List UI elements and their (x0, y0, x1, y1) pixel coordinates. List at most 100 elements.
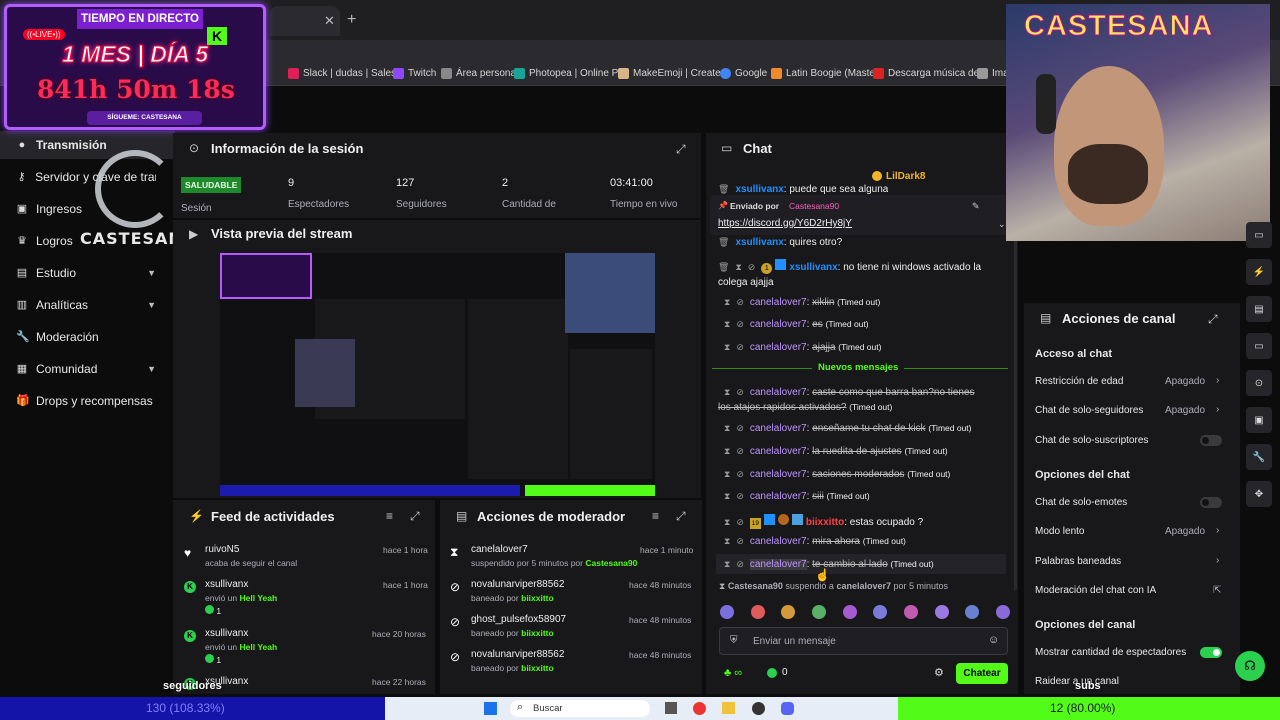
chevron-right-icon[interactable]: › (1216, 555, 1219, 566)
unpin-icon[interactable]: ✎ (972, 201, 980, 212)
chat-message: ⧗ ⊘ canelalover7: siii (Timed out) (724, 491, 870, 502)
show-viewers-toggle[interactable] (1200, 647, 1222, 658)
dock-wrench-button[interactable]: 🔧 (1246, 444, 1272, 470)
expand-icon[interactable]: ⤢ (676, 142, 686, 157)
task-view-icon[interactable] (665, 702, 677, 714)
expand-icon[interactable]: ⤢ (676, 509, 686, 524)
bookmark-latin-boogie[interactable]: Latin Boogie (Maste... (771, 68, 883, 79)
expand-icon[interactable]: ⤢ (1208, 312, 1218, 327)
bookmark-photopea[interactable]: Photopea | Online P... (514, 68, 625, 79)
overlay-duration: 1 MES | DÍA 5 (61, 41, 209, 68)
stat-uptime-label: Tiempo en vivo (610, 199, 678, 210)
studio-icon: ▤ (16, 267, 28, 279)
ban-icon: ⊘ (450, 650, 461, 664)
kick-icon: K (184, 630, 196, 642)
dock-box-button[interactable]: ▣ (1246, 407, 1272, 433)
stream-preview-title: Vista previa del stream (211, 226, 353, 241)
chevron-right-icon[interactable]: › (1216, 375, 1219, 386)
pinned-message[interactable]: 📌 Enviado por Castesana90 ✎ https://disc… (710, 195, 1010, 235)
bookmark-slack[interactable]: Slack | dudas | Sales... (288, 68, 404, 79)
ban-icon: ⊘ (450, 580, 461, 594)
chat-message: ⧗ ⊘ canelalover7: mira ahora (Timed out) (724, 536, 906, 547)
emotes-only-label: Chat de solo-emotes (1035, 497, 1128, 508)
chat-message: ⧗ ⊘ canelalover7: es (Timed out) (724, 319, 869, 330)
trash-icon[interactable]: 🗑 (718, 184, 729, 194)
followers-only-value[interactable]: Apagado (1165, 405, 1205, 416)
send-chat-button[interactable]: Chatear (956, 663, 1008, 684)
banned-words-label[interactable]: Palabras baneadas (1035, 556, 1121, 567)
bookmark-area-personal[interactable]: Área personal (441, 68, 518, 79)
bookmark-makeemoji[interactable]: MakeEmoji | Create... (618, 68, 729, 79)
chrome-icon[interactable] (693, 702, 706, 715)
preview-webcam-thumb (565, 253, 655, 333)
slow-mode-value[interactable]: Apagado (1165, 526, 1205, 537)
health-badge: SALUDABLE (181, 177, 242, 193)
followers-only-label[interactable]: Chat de solo-seguidores (1035, 405, 1143, 416)
list-icon: ▤ (456, 509, 468, 523)
health-label: Sesión (181, 203, 212, 214)
taskbar-search[interactable]: ⌕ Buscar (510, 700, 650, 717)
kick-icon: K (184, 581, 196, 593)
stream-preview-video[interactable] (220, 253, 655, 496)
chevron-right-icon[interactable]: › (1216, 525, 1219, 536)
dock-button-1[interactable]: ▭ (1246, 222, 1272, 248)
sidebar-item-analiticas[interactable]: ▥ Analíticas ▼ (16, 298, 156, 312)
headphones-icon (1036, 74, 1056, 134)
trash-icon[interactable]: 🗑 (718, 262, 729, 272)
pinned-user: LilDark8 (886, 171, 926, 182)
new-messages-label[interactable]: Nuevos mensajes (812, 362, 905, 373)
chat-mode-icon[interactable]: ♣ ∞ (724, 667, 742, 679)
revenue-icon: ▣ (16, 203, 28, 215)
bookmark-google[interactable]: Google (720, 68, 767, 79)
overlay-title: TIEMPO EN DIRECTO (77, 9, 203, 29)
live-badge: ((•LIVE•)) (23, 29, 65, 40)
filter-icon[interactable]: ≡ (652, 509, 659, 523)
new-tab-icon[interactable]: + (347, 11, 356, 29)
ai-moderation-label[interactable]: Moderación del chat con IA (1035, 585, 1156, 596)
sidebar-item-estudio[interactable]: ▤ Estudio ▼ (16, 266, 156, 280)
age-restriction-value[interactable]: Apagado (1165, 376, 1205, 387)
slow-mode-label[interactable]: Modo lento (1035, 526, 1084, 537)
kick-logo-icon: K (207, 27, 227, 45)
bookmark-descarga-musica[interactable]: Descarga música de... (873, 68, 988, 79)
preview-subs-bar (525, 485, 655, 496)
external-link-icon[interactable]: ⇱ (1213, 585, 1221, 596)
dock-chat-button[interactable]: ▭ (1246, 333, 1272, 359)
chevron-down-icon[interactable]: ⌄ (998, 219, 1006, 230)
chat-scrollbar[interactable] (1014, 240, 1017, 590)
sidebar-item-moderacion[interactable]: 🔧 Moderación (16, 330, 156, 344)
folder-icon[interactable] (722, 702, 735, 714)
timeout-icon[interactable]: ⧗ (735, 262, 741, 272)
close-tab-icon[interactable]: ✕ (324, 13, 335, 29)
age-restriction-label[interactable]: Restricción de edad (1035, 376, 1123, 387)
dock-info-button[interactable]: ⊙ (1246, 370, 1272, 396)
subs-only-label: Chat de solo-suscriptores (1035, 435, 1149, 446)
points-count: 0 (782, 667, 788, 678)
expand-icon[interactable]: ⤢ (410, 509, 420, 524)
chat-input[interactable]: ⛨ Enviar un mensaje ☺ (719, 627, 1008, 655)
stat-uptime-value: 03:41:00 (610, 177, 653, 189)
discord-icon[interactable] (781, 702, 794, 715)
support-chat-icon[interactable]: ☊ (1235, 651, 1265, 681)
gift-icon: 🎁 (16, 395, 30, 407)
dock-list-button[interactable]: ▤ (1246, 296, 1272, 322)
subs-only-toggle[interactable] (1200, 435, 1222, 446)
chevron-down-icon: ▼ (147, 364, 156, 374)
gear-icon[interactable]: ⚙ (934, 666, 944, 679)
chevron-right-icon[interactable]: › (1216, 404, 1219, 415)
sidebar-item-comunidad[interactable]: ▦ Comunidad ▼ (16, 362, 156, 376)
filter-icon[interactable]: ≡ (386, 509, 393, 523)
sidebar-item-drops[interactable]: 🎁 Drops y recompensas (16, 394, 156, 408)
emotes-only-toggle[interactable] (1200, 497, 1222, 508)
ban-icon[interactable]: ⊘ (748, 262, 756, 272)
emote-quickbar[interactable] (720, 605, 1010, 623)
windows-start-icon[interactable] (484, 702, 497, 715)
emoji-icon[interactable]: ☺ (988, 634, 999, 646)
dock-extension-button[interactable]: ✥ (1246, 481, 1272, 507)
dock-bolt-button[interactable]: ⚡ (1246, 259, 1272, 285)
bookmark-twitch[interactable]: Twitch (393, 68, 436, 79)
discord-link[interactable]: https://discord.gg/Y6D2rHy8jY (718, 218, 852, 229)
obs-icon[interactable] (752, 702, 765, 715)
moderator-actions-title: Acciones de moderador (477, 509, 626, 524)
overlay-follow-badge: SÍGUEME: CASTESANA (87, 111, 202, 125)
